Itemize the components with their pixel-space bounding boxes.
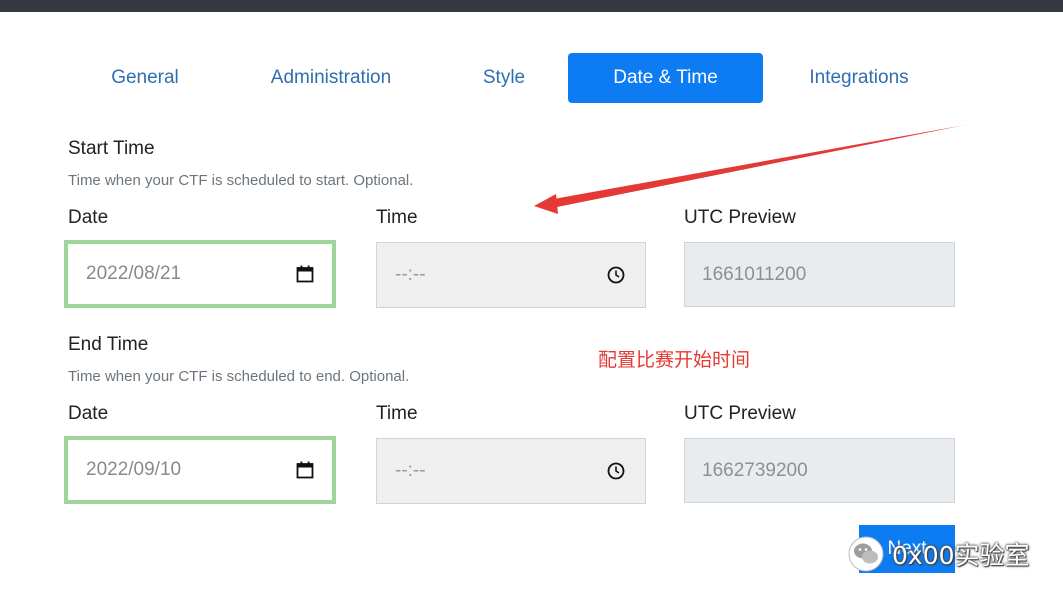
watermark: 0x00实验室 — [848, 534, 1030, 574]
annotation-text: 配置比赛开始时间 — [598, 349, 751, 371]
annotation-arrow — [534, 125, 965, 214]
wechat-logo-icon — [848, 536, 884, 572]
watermark-text: 0x00实验室 — [892, 541, 1030, 570]
